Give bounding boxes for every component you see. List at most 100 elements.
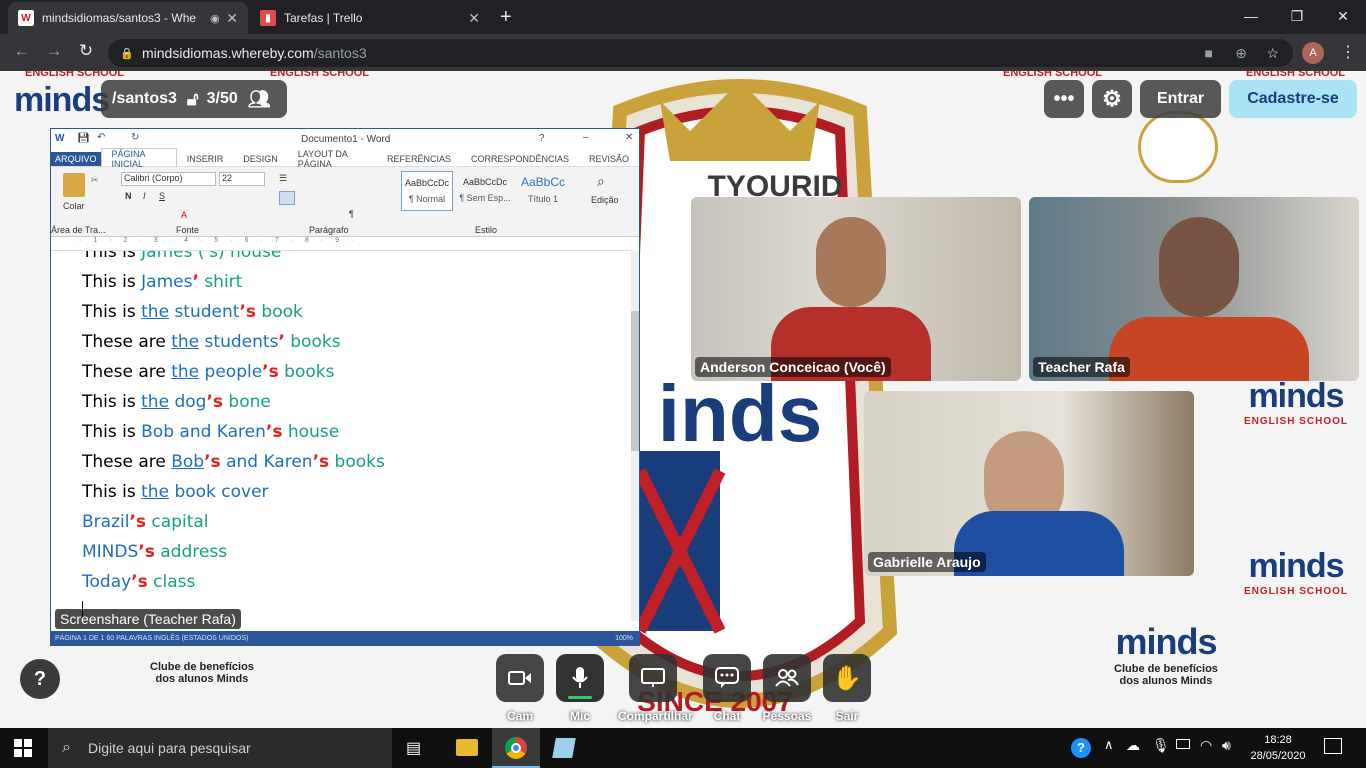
new-tab-icon[interactable]: + <box>500 6 512 29</box>
video-gabrielle[interactable]: Gabrielle Araujo <box>864 391 1194 576</box>
cam-button[interactable] <box>496 654 544 702</box>
minimize-icon[interactable]: — <box>1228 0 1274 32</box>
wifi-icon[interactable]: ◠ <box>1200 737 1212 754</box>
url-field[interactable]: 🔒 mindsidiomas.whereby.com/santos3 ■ ⊕ ☆ <box>108 39 1293 67</box>
extension-icon[interactable]: ⊕ <box>1235 45 1247 62</box>
tab-correspondencias[interactable]: CORRESPONDÊNCIAS <box>461 154 579 164</box>
windows-start-icon[interactable] <box>14 739 32 757</box>
leave-button[interactable]: ✋ <box>823 654 871 702</box>
text-run: These are <box>82 452 172 472</box>
tab-design[interactable]: DESIGN <box>233 154 288 164</box>
cloud-icon[interactable]: ☁ <box>1126 737 1140 754</box>
underline-icon[interactable]: S <box>159 191 165 201</box>
file-explorer-icon[interactable] <box>456 739 478 756</box>
settings-button[interactable]: ⚙ <box>1092 80 1132 118</box>
bookmark-star-icon[interactable]: ☆ <box>1266 45 1279 62</box>
unlock-icon[interactable]: 🔓︎ <box>187 89 199 110</box>
windows-taskbar: ⌕ Digite aqui para pesquisar ▤ ? ∧ ☁ 🎙︎ … <box>0 728 1366 768</box>
document-body[interactable]: This is James ('s) house This is James’ s… <box>51 251 633 621</box>
more-options-button[interactable]: ••• <box>1044 80 1084 118</box>
help-icon[interactable]: ? <box>539 133 545 144</box>
italic-icon[interactable]: I <box>143 191 146 201</box>
watermark-school: ENGLISH SCHOOL <box>1003 71 1103 79</box>
menu-kebab-icon[interactable]: ⋮ <box>1340 42 1356 62</box>
tab-trello[interactable]: ▮ Tarefas | Trello ✕ <box>250 2 490 34</box>
text-run: ’s <box>138 542 155 562</box>
chrome-taskbar-button[interactable] <box>492 728 540 768</box>
participant-name: Teacher Rafa <box>1033 357 1130 377</box>
save-icon[interactable]: 💾︎ <box>77 133 90 144</box>
battery-icon[interactable] <box>1176 739 1190 749</box>
url-host: mindsidiomas.whereby.com <box>142 45 314 61</box>
help-button[interactable]: ? <box>20 659 60 699</box>
align-left-icon[interactable] <box>279 191 295 205</box>
close-window-icon[interactable]: ✕ <box>1320 0 1366 32</box>
tab-arquivo[interactable]: ARQUIVO <box>51 151 101 166</box>
tab-inserir[interactable]: INSERIR <box>177 154 234 164</box>
font-size-select[interactable]: 22 <box>219 172 265 186</box>
document-line: This is Bob and Karen’s house <box>82 422 339 442</box>
share-button[interactable] <box>629 654 677 702</box>
camera-indicator-icon[interactable]: ■ <box>1205 45 1213 61</box>
taskbar-search[interactable]: ⌕ Digite aqui para pesquisar <box>48 728 392 768</box>
tab-layout[interactable]: LAYOUT DA PÁGINA <box>288 149 377 169</box>
notification-icon[interactable] <box>1324 738 1342 754</box>
help-tray-icon[interactable]: ? <box>1071 738 1091 758</box>
style-normal[interactable]: AaBbCcDc ¶ Normal <box>401 171 453 211</box>
text-run: the <box>171 332 200 352</box>
word-status-bar: PÁGINA 1 DE 1 60 PALAVRAS INGLÊS (ESTADO… <box>51 631 639 645</box>
task-view-icon[interactable]: ▤ <box>406 738 421 758</box>
chat-button[interactable] <box>703 654 751 702</box>
app-icon[interactable] <box>552 738 576 758</box>
document-line: This is the student’s book <box>82 302 303 322</box>
cut-icon[interactable]: ✂ <box>91 175 99 186</box>
text-run: These are <box>82 362 172 382</box>
tray-clock[interactable]: 18:28 28/05/2020 <box>1250 732 1306 764</box>
binoculars-icon[interactable]: ⌕ <box>597 173 605 190</box>
chevron-up-icon[interactable]: ∧ <box>1104 737 1114 753</box>
mic-button[interactable] <box>556 654 604 702</box>
redo-icon[interactable]: ↻ <box>131 132 139 143</box>
screenshare-word-window[interactable]: W 💾︎ ↶ ↻ Documento1 - Word ? – ✕ ARQUIVO… <box>50 128 640 646</box>
video-teacher-rafa[interactable]: Teacher Rafa <box>1029 197 1359 381</box>
font-color-icon[interactable]: A <box>181 210 187 220</box>
people-button[interactable] <box>763 654 811 702</box>
cadastre-button[interactable]: Cadastre-se <box>1229 80 1357 118</box>
tab-revisao[interactable]: REVISÃO <box>579 154 639 164</box>
mic-tray-icon[interactable]: 🎙︎ <box>1152 737 1170 754</box>
tab-pagina-inicial[interactable]: PÁGINA INICIAL <box>100 148 177 169</box>
text-run: people <box>199 362 263 382</box>
text-run: the <box>141 302 170 322</box>
entrar-button[interactable]: Entrar <box>1140 80 1221 118</box>
undo-icon[interactable]: ↶ <box>97 132 105 143</box>
people-icon[interactable]: 👥︎ <box>248 89 271 110</box>
back-icon[interactable]: ← <box>10 41 34 61</box>
text-run: MINDS <box>82 542 139 562</box>
profile-avatar[interactable]: A <box>1302 42 1324 64</box>
style-title-1[interactable]: AaBbCc Título 1 <box>515 171 571 211</box>
font-name-select[interactable]: Calibri (Corpo) <box>121 172 216 186</box>
style-no-spacing[interactable]: AaBbCcDc ¶ Sem Esp... <box>457 171 513 211</box>
video-anderson[interactable]: Anderson Conceicao (Você) <box>691 197 1021 381</box>
volume-icon[interactable]: 🔊︎ <box>1222 737 1231 754</box>
minds-club-logo: Clube de benefícios dos alunos Minds <box>150 661 254 685</box>
close-tab-icon[interactable]: ✕ <box>468 10 480 27</box>
minimize-icon[interactable]: – <box>583 132 589 143</box>
reload-icon[interactable]: ↻ <box>74 41 98 61</box>
pilcrow-icon[interactable]: ¶ <box>349 209 354 219</box>
text-run: ’s <box>262 362 279 382</box>
tab-whereby[interactable]: W mindsidiomas/santos3 - Whe ◉ ✕ <box>8 2 248 34</box>
text-run: dog <box>169 392 207 412</box>
tab-referencias[interactable]: REFERÊNCIAS <box>377 154 461 164</box>
bullets-icon[interactable]: ☰ <box>279 173 287 184</box>
close-icon[interactable]: ✕ <box>625 132 633 143</box>
paste-icon[interactable] <box>63 173 85 197</box>
text-run: books <box>329 452 385 472</box>
restore-icon[interactable]: ❐ <box>1274 0 1320 32</box>
vertical-scrollbar[interactable] <box>631 251 639 621</box>
forward-icon[interactable]: → <box>42 41 66 61</box>
bold-icon[interactable]: N <box>125 191 132 201</box>
text-run: shirt <box>198 272 243 292</box>
zoom-level[interactable]: 100% <box>615 635 633 642</box>
close-tab-icon[interactable]: ✕ <box>226 10 238 27</box>
